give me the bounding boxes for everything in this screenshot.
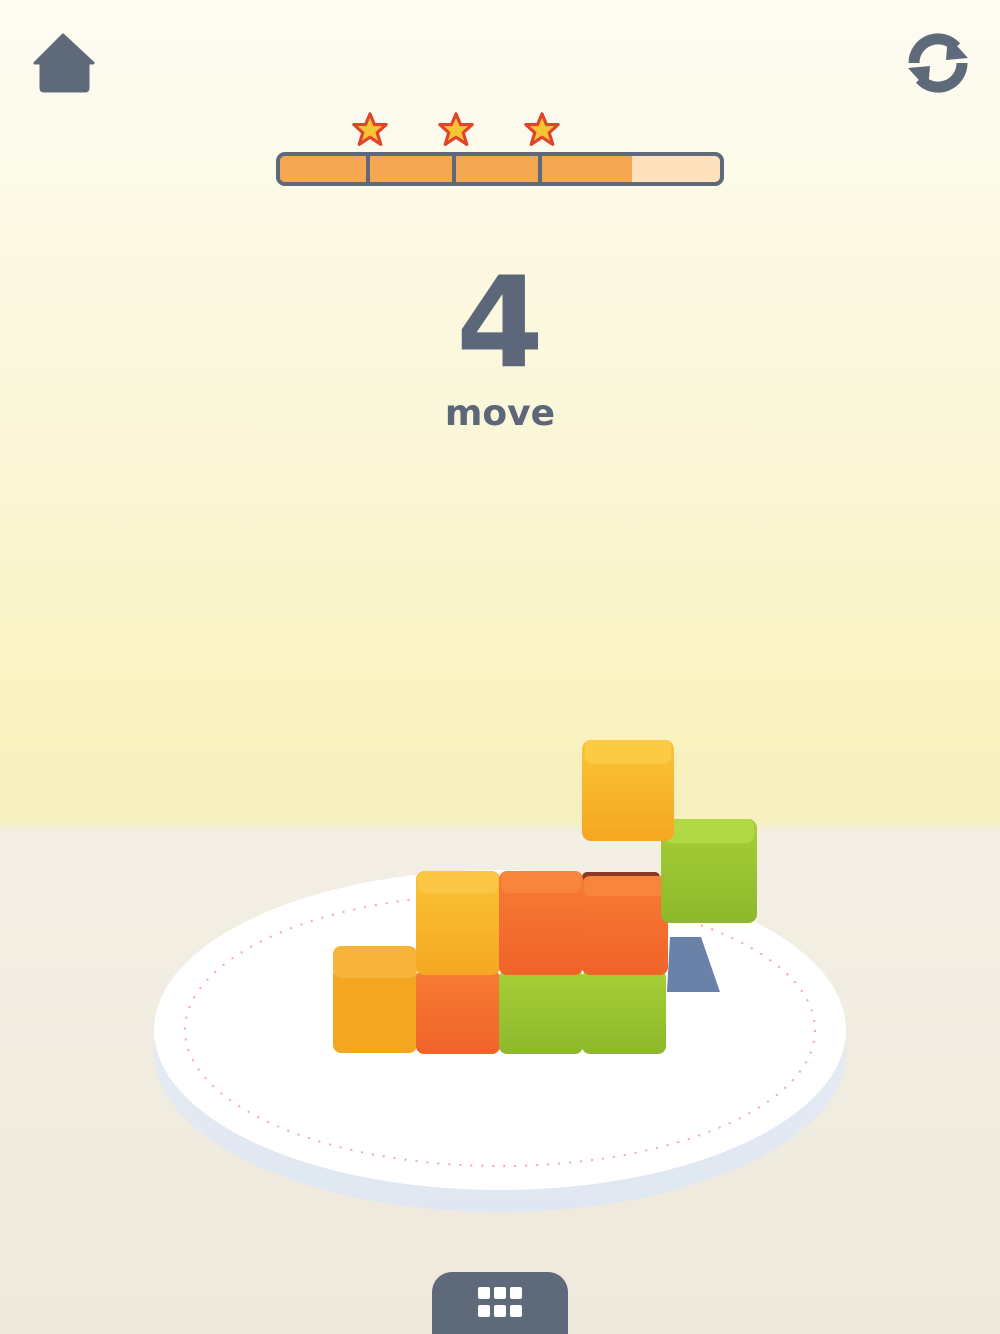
cube (582, 740, 674, 841)
restart-button[interactable] (900, 28, 976, 98)
star-icon (352, 112, 388, 146)
progress-divider (538, 156, 542, 182)
cube (582, 876, 668, 975)
moves-label: move (444, 393, 556, 434)
cube (416, 970, 500, 1054)
progress-fill (280, 156, 632, 182)
cube (499, 970, 583, 1054)
puzzle-scene[interactable] (0, 700, 1000, 1240)
moves-count: 4 (456, 249, 544, 396)
cube (582, 970, 666, 1054)
star-icon (438, 112, 474, 146)
cube (416, 871, 500, 975)
progress-meter (276, 110, 724, 190)
levels-menu-button[interactable] (432, 1272, 568, 1334)
progress-divider (452, 156, 456, 182)
progress-bar (276, 152, 724, 186)
progress-divider (366, 156, 370, 182)
cube (661, 819, 757, 923)
restart-icon (908, 33, 968, 93)
star-icon (524, 112, 560, 146)
cube (333, 946, 417, 1053)
home-icon (33, 33, 95, 93)
home-button[interactable] (30, 30, 96, 96)
grid-menu-icon (478, 1287, 522, 1317)
cube (499, 871, 583, 975)
